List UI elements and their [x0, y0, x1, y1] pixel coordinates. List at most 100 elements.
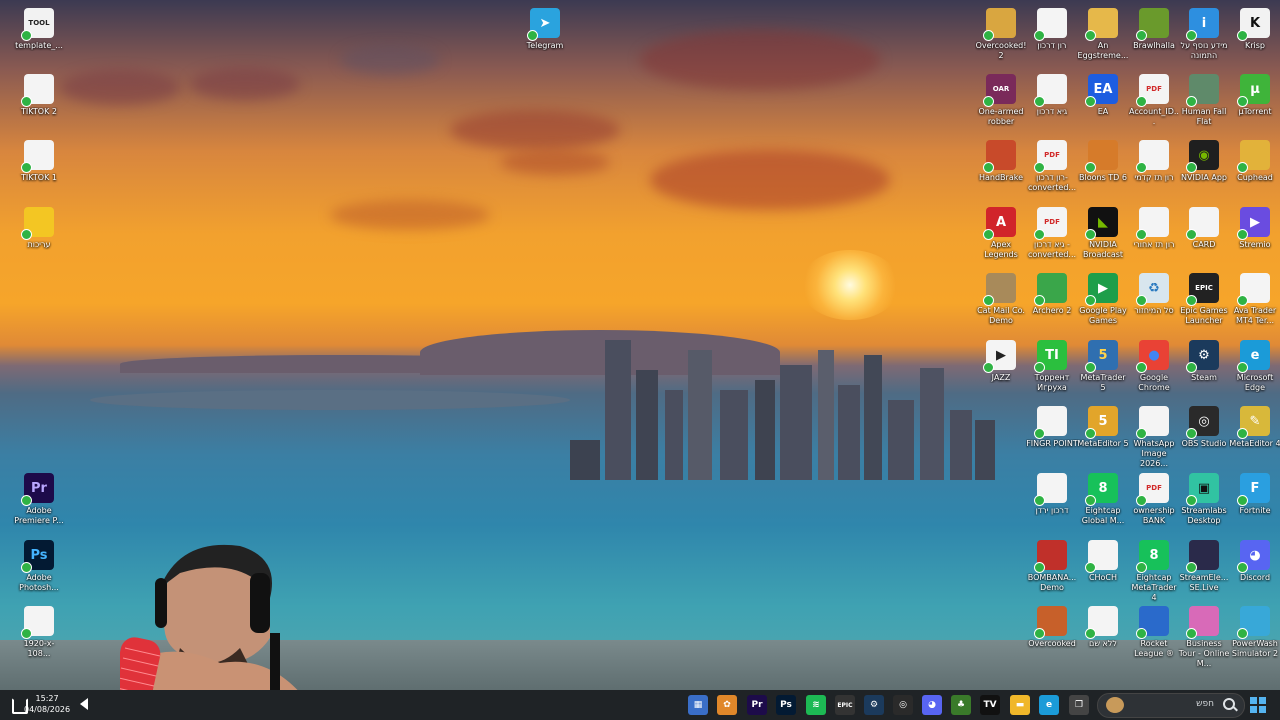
desktop-shortcut[interactable]: PowerWash Simulator 2	[1229, 606, 1280, 659]
desktop-shortcut[interactable]: Pr Adobe Premiere P...	[13, 473, 65, 526]
desktop-shortcut[interactable]: HandBrake	[975, 140, 1027, 183]
desktop-shortcut[interactable]: דרכון ירדן	[1026, 473, 1078, 516]
calculator-taskbar-icon[interactable]: ▦	[688, 695, 708, 715]
desktop-shortcut[interactable]: Bloons TD 6	[1077, 140, 1129, 183]
ea-icon: EA	[1085, 74, 1118, 107]
desktop-shortcut[interactable]: Ava Trader MT4 Ter...	[1229, 273, 1280, 326]
discord-taskbar-icon[interactable]: ◕	[922, 695, 942, 715]
start-logo-tile	[1250, 706, 1257, 713]
desktop-shortcut[interactable]: 5 MetaTrader 5	[1077, 340, 1129, 393]
desktop-shortcut[interactable]: FINGR POINT	[1026, 406, 1078, 449]
desktop-shortcut[interactable]: 5 MetaEditor 5	[1077, 406, 1129, 449]
desktop-shortcut[interactable]: Brawlhalla	[1128, 8, 1180, 51]
desktop-shortcut[interactable]: Archero 2	[1026, 273, 1078, 316]
desktop-shortcut[interactable]: רון תז אחורי	[1128, 207, 1180, 250]
sync-check-icon	[1136, 162, 1147, 173]
desktop-shortcut[interactable]: ➤ Telegram	[519, 8, 571, 51]
desktop-shortcut[interactable]: 8 Eightcap MetaTrader 4	[1128, 540, 1180, 603]
overcooked-icon	[1034, 606, 1067, 639]
task-view-taskbar-icon[interactable]: ❐	[1069, 695, 1089, 715]
desktop-shortcut[interactable]: Ps Adobe Photosh...	[13, 540, 65, 593]
desktop-shortcut[interactable]: CARD	[1178, 207, 1230, 250]
sync-check-icon	[21, 495, 32, 506]
desktop-shortcut[interactable]: ▶ Stremio	[1229, 207, 1280, 250]
desktop-shortcut[interactable]: ◣ NVIDIA Broadcast	[1077, 207, 1129, 260]
taskbar-clock[interactable]: 15:27 04/08/2026	[24, 693, 70, 715]
desktop-shortcut[interactable]: PDF Account_ID...	[1128, 74, 1180, 127]
desktop-shortcut[interactable]: ✎ MetaEditor 4	[1229, 406, 1280, 449]
image-file-icon	[1034, 473, 1067, 506]
premiere-taskbar-icon[interactable]: Pr	[747, 695, 767, 715]
desktop-shortcut[interactable]: TOOL template_...	[13, 8, 65, 51]
desktop-shortcut[interactable]: PDF גיא דרכון -converted...	[1026, 207, 1078, 260]
desktop-shortcut[interactable]: A Apex Legends	[975, 207, 1027, 260]
desktop-shortcut[interactable]: עריכות	[13, 207, 65, 250]
desktop-shortcut[interactable]: BOMBANA... Demo	[1026, 540, 1078, 593]
epic-taskbar-icon[interactable]: EPIC	[835, 695, 855, 715]
desktop-shortcut[interactable]: i מידע נוסף על התמונה	[1178, 8, 1230, 61]
desktop-shortcut[interactable]: Overcooked	[1026, 606, 1078, 649]
desktop-shortcut[interactable]: TIKTOK 2	[13, 74, 65, 117]
taskbar-search-box[interactable]: חפש	[1097, 693, 1245, 718]
desktop-shortcut[interactable]: ללא שם	[1077, 606, 1129, 649]
desktop-shortcut[interactable]: Overcooked! 2	[975, 8, 1027, 61]
desktop-shortcut[interactable]: An Eggstreme...	[1077, 8, 1129, 61]
sync-check-icon	[1034, 295, 1045, 306]
desktop-shortcut[interactable]: 8 Eightcap Global M...	[1077, 473, 1129, 526]
desktop-shortcut-label: גיא דרכון	[1036, 107, 1068, 116]
desktop-shortcut[interactable]: K Krisp	[1229, 8, 1280, 51]
desktop-shortcut[interactable]: ⚙ Steam	[1178, 340, 1230, 383]
desktop-shortcut-label: גיא דרכון -converted...	[1027, 240, 1077, 259]
volume-icon[interactable]	[80, 698, 88, 710]
steam-taskbar-icon[interactable]: ⚙	[864, 695, 884, 715]
desktop-shortcut[interactable]: EA EA	[1077, 74, 1129, 117]
desktop-shortcut[interactable]: F Fortnite	[1229, 473, 1280, 516]
desktop-shortcut-label: Microsoft Edge	[1236, 373, 1274, 392]
desktop-shortcut[interactable]: Rocket League ®	[1128, 606, 1180, 659]
media-app-taskbar-icon[interactable]: ✿	[717, 695, 737, 715]
desktop-shortcut[interactable]: PDF ownership BANK	[1128, 473, 1180, 526]
spotify-taskbar-icon[interactable]: ≋	[806, 695, 826, 715]
desktop-shortcut[interactable]: WhatsApp Image 2026...	[1128, 406, 1180, 469]
desktop-shortcut[interactable]: ♻ סל המיחזור	[1128, 273, 1180, 316]
desktop-shortcut-label: Steam	[1191, 373, 1217, 382]
desktop-shortcut[interactable]: TIKTOK 1	[13, 140, 65, 183]
desktop-shortcut[interactable]: EPIC Epic Games Launcher	[1178, 273, 1230, 326]
desktop-shortcut[interactable]: Cat Mail Co. Demo	[975, 273, 1027, 326]
desktop-shortcut-label: Overcooked! 2	[975, 41, 1027, 60]
desktop-shortcut[interactable]: ● Google Chrome	[1128, 340, 1180, 393]
desktop-shortcut[interactable]: OAR One-armed robber	[975, 74, 1027, 127]
desktop-shortcut[interactable]: e Microsoft Edge	[1229, 340, 1280, 393]
obs-taskbar-icon[interactable]: ◎	[893, 695, 913, 715]
wallpaper-cloud	[450, 110, 620, 150]
desktop-shortcut[interactable]: TI Торрент Игруха	[1026, 340, 1078, 393]
desktop-shortcut[interactable]: ▶ Google Play Games	[1077, 273, 1129, 326]
tradingview-taskbar-icon[interactable]: TV	[980, 695, 1000, 715]
desktop-shortcut[interactable]: 1920-x-108...	[13, 606, 65, 659]
desktop-shortcut[interactable]: CHoCH	[1077, 540, 1129, 583]
desktop-shortcut[interactable]: Human Fall Flat	[1178, 74, 1230, 127]
desktop-shortcut[interactable]: גיא דרכון	[1026, 74, 1078, 117]
desktop-shortcut[interactable]: רון דרכון	[1026, 8, 1078, 51]
desktop-shortcut[interactable]: Cuphead	[1229, 140, 1280, 183]
start-button[interactable]	[1250, 697, 1266, 713]
desktop-shortcut[interactable]: ◕ Discord	[1229, 540, 1280, 583]
desktop-shortcut-label: עריכות	[27, 240, 51, 249]
desktop-shortcut[interactable]: Business Tour - Online M...	[1178, 606, 1230, 669]
desktop-shortcut[interactable]: PDF רון דרכון-converted...	[1026, 140, 1078, 193]
desktop-shortcut[interactable]: StreamEle... SE.Live	[1178, 540, 1230, 593]
streamelements-icon	[1186, 540, 1219, 573]
sync-check-icon	[1034, 495, 1045, 506]
desktop-shortcut[interactable]: ▶ JAZZ	[975, 340, 1027, 383]
desktop-shortcut[interactable]: רון תז קדמי	[1128, 140, 1180, 183]
photoshop-taskbar-icon[interactable]: Ps	[776, 695, 796, 715]
file-explorer-taskbar-icon[interactable]: ▬	[1010, 695, 1030, 715]
edge-taskbar-icon[interactable]: e	[1039, 695, 1059, 715]
desktop-shortcut-label: Epic Games Launcher	[1180, 306, 1228, 325]
desktop-shortcut[interactable]: µ µTorrent	[1229, 74, 1280, 117]
desktop-shortcut[interactable]: ◉ NVIDIA App	[1178, 140, 1230, 183]
game-taskbar-icon[interactable]: ♣	[951, 695, 971, 715]
sync-check-icon	[527, 30, 538, 41]
desktop-shortcut[interactable]: ▣ Streamlabs Desktop	[1178, 473, 1230, 526]
desktop-shortcut[interactable]: ◎ OBS Studio	[1178, 406, 1230, 449]
